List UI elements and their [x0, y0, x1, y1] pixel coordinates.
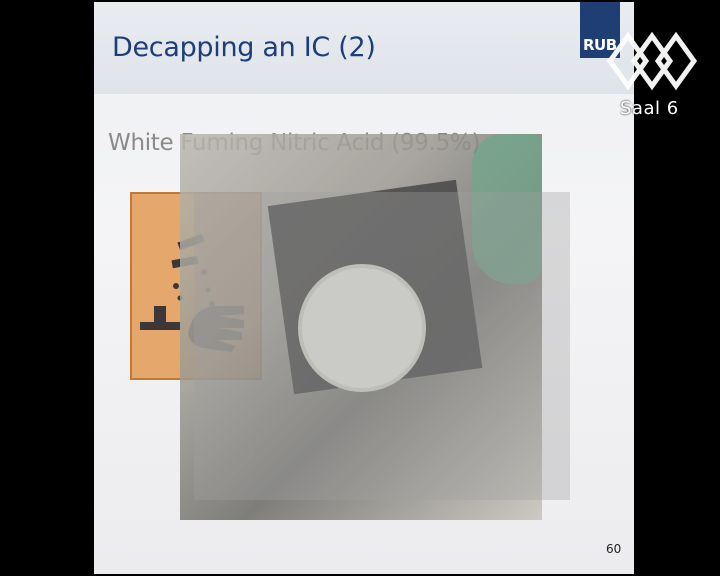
conference-logo-icon [600, 26, 700, 96]
slide-page-number: 60 [606, 542, 622, 556]
presentation-slide: Decapping an IC (2) RUB White Fuming Nit… [94, 2, 634, 574]
room-label: Saal 6 [620, 98, 679, 119]
slide-title: Decapping an IC (2) [112, 32, 376, 63]
photo-overlay-frame [194, 192, 570, 500]
